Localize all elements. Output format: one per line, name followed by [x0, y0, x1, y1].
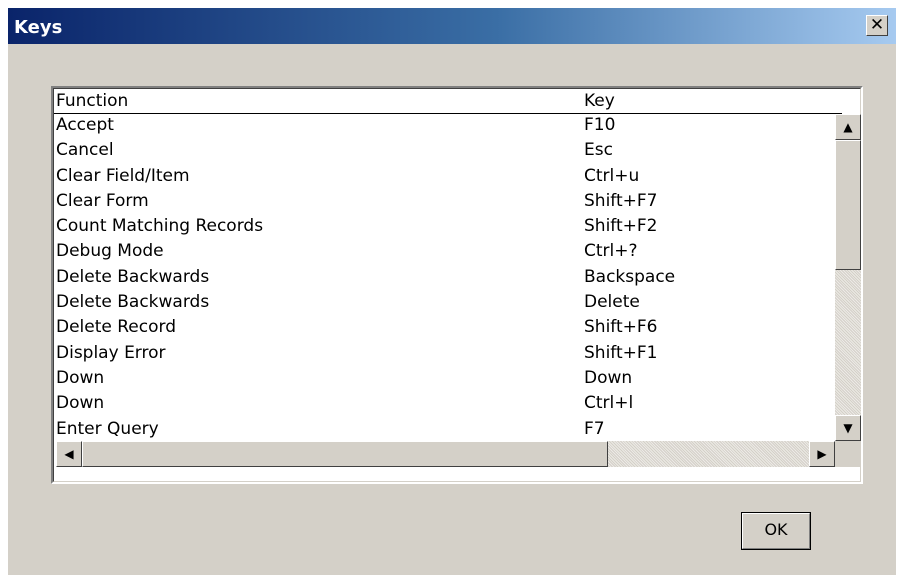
scroll-right-button[interactable]: ▶ — [809, 441, 835, 467]
function-cell: Down — [56, 367, 105, 388]
function-cell: Cancel — [56, 140, 114, 161]
key-cell: Esc — [584, 140, 613, 161]
horizontal-scrollbar[interactable]: ◀ ▶ — [56, 441, 835, 467]
function-cell: Accept — [56, 115, 114, 135]
function-cell: Delete Record — [56, 317, 176, 338]
arrow-up-icon: ▲ — [843, 120, 853, 134]
function-cell: Display Error — [56, 342, 166, 363]
list-item[interactable]: Debug Mode Ctrl+? — [54, 240, 834, 265]
function-cell: Count Matching Records — [56, 216, 264, 237]
vertical-scroll-thumb[interactable] — [835, 140, 861, 270]
key-cell: Ctrl+l — [584, 393, 634, 414]
list-item[interactable]: Delete Backwards Backspace — [54, 266, 834, 291]
column-header-key[interactable]: Key — [584, 91, 615, 111]
key-cell: Ctrl+? — [584, 241, 638, 262]
title-bar[interactable]: Keys ✕ — [8, 8, 896, 44]
function-cell: Enter Query — [56, 418, 159, 439]
keys-list[interactable]: Function Key Accept F10 Cancel Esc Clear Fie… — [51, 86, 863, 484]
arrow-left-icon: ◀ — [64, 447, 74, 461]
horizontal-scroll-thumb[interactable] — [82, 441, 608, 467]
vertical-scrollbar[interactable]: ▲ ▼ — [835, 114, 861, 441]
function-cell: Delete Backwards — [56, 266, 210, 287]
key-cell: Ctrl+u — [584, 165, 640, 186]
key-cell: Shift+F1 — [584, 342, 658, 363]
key-cell: Shift+F2 — [584, 216, 658, 237]
list-item[interactable]: Down Down — [54, 367, 834, 392]
list-item[interactable]: Clear Field/Item Ctrl+u — [54, 165, 834, 190]
function-cell: Down — [56, 393, 105, 414]
list-item[interactable]: Clear Form Shift+F7 — [54, 190, 834, 215]
window-title: Keys — [14, 17, 63, 38]
key-cell: Delete — [584, 292, 640, 313]
list-rows: Accept F10 Cancel Esc Clear Field/Item Ctrl+u… — [54, 114, 834, 440]
key-cell: F7 — [584, 418, 605, 439]
close-button[interactable]: ✕ — [866, 15, 888, 36]
list-item[interactable]: Down Ctrl+l — [54, 392, 834, 417]
scrollbar-corner — [835, 441, 861, 467]
keys-list-frame: Function Key Accept F10 Cancel Esc Clear Fie… — [53, 88, 861, 482]
key-cell: Backspace — [584, 266, 676, 287]
ok-button[interactable]: OK — [741, 512, 811, 550]
function-cell: Clear Form — [56, 190, 149, 211]
column-header-function[interactable]: Function — [56, 91, 128, 111]
list-item[interactable]: Count Matching Records Shift+F2 — [54, 215, 834, 240]
close-icon: ✕ — [869, 15, 885, 35]
list-item[interactable]: Delete Record Shift+F6 — [54, 316, 834, 341]
arrow-down-icon: ▼ — [843, 421, 853, 435]
scroll-left-button[interactable]: ◀ — [56, 441, 82, 467]
key-cell: Shift+F6 — [584, 317, 658, 338]
list-item[interactable]: Accept F10 — [54, 114, 834, 139]
scroll-down-button[interactable]: ▼ — [835, 415, 861, 441]
function-cell: Clear Field/Item — [56, 165, 190, 186]
function-cell: Delete Backwards — [56, 292, 210, 313]
arrow-right-icon: ▶ — [817, 447, 827, 461]
list-item[interactable]: Enter Query F7 — [54, 418, 834, 440]
scroll-up-button[interactable]: ▲ — [835, 114, 861, 140]
key-cell: Down — [584, 367, 633, 388]
list-header: Function Key — [54, 89, 842, 114]
list-item[interactable]: Cancel Esc — [54, 139, 834, 164]
key-cell: Shift+F7 — [584, 190, 658, 211]
key-cell: F10 — [584, 115, 616, 135]
ok-button-label: OK — [764, 520, 788, 539]
keys-dialog: Keys ✕ Function Key Accept F10 Cancel Esc Cl… — [8, 8, 896, 575]
function-cell: Debug Mode — [56, 241, 164, 262]
list-item[interactable]: Display Error Shift+F1 — [54, 342, 834, 367]
list-item[interactable]: Delete Backwards Delete — [54, 291, 834, 316]
